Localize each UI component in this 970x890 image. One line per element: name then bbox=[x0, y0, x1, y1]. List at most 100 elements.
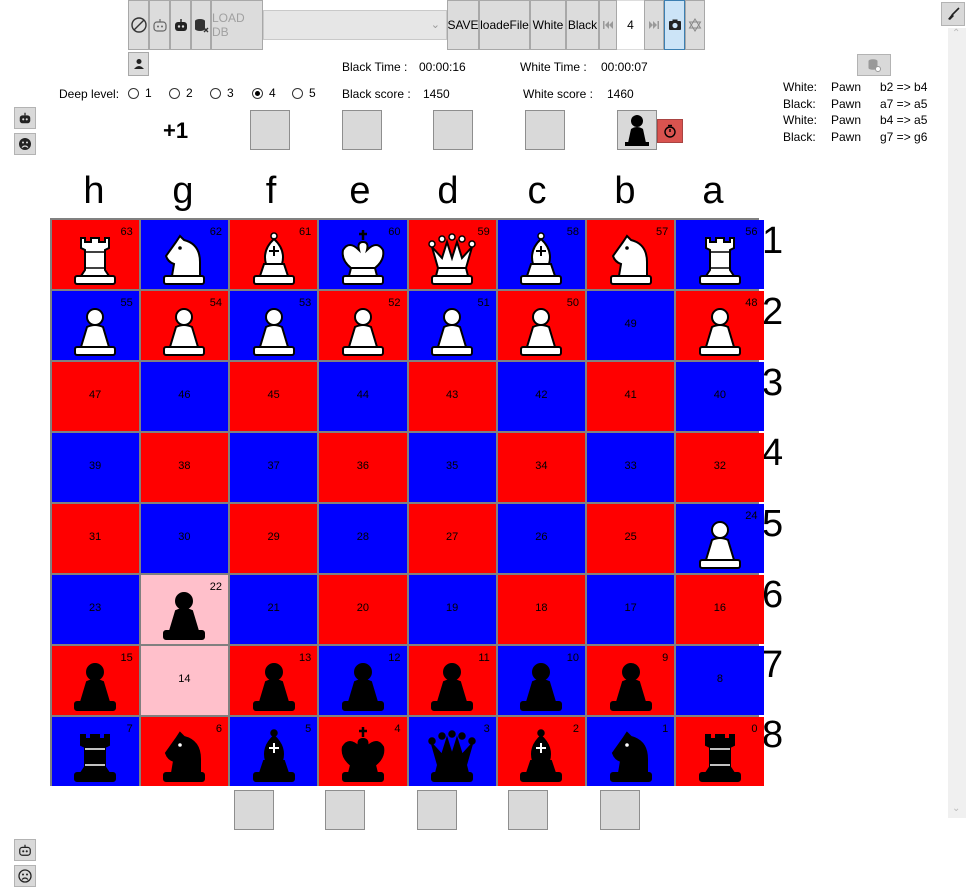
board-square-b8[interactable]: 1 bbox=[587, 716, 675, 786]
board-square-e2[interactable]: 52 bbox=[319, 290, 407, 360]
robot-button[interactable] bbox=[170, 0, 191, 50]
bottom-sad-button[interactable] bbox=[14, 865, 36, 887]
board-square-c8[interactable]: 2 bbox=[497, 716, 585, 786]
deep-level-radio-5[interactable]: 5 bbox=[292, 86, 316, 100]
black-button[interactable]: Black bbox=[566, 0, 599, 50]
board-square-c4[interactable]: 34 bbox=[497, 432, 585, 502]
board-square-g7[interactable]: 14 bbox=[140, 645, 228, 715]
board-square-a4[interactable]: 32 bbox=[676, 432, 764, 502]
board-square-g4[interactable]: 38 bbox=[140, 432, 228, 502]
scroll-up-arrow[interactable]: ⌃ bbox=[952, 28, 960, 39]
board-square-e4[interactable]: 36 bbox=[319, 432, 407, 502]
board-square-h1[interactable]: 63 bbox=[51, 219, 139, 289]
database-delete-button[interactable] bbox=[191, 0, 211, 50]
board-square-f1[interactable]: 61 bbox=[230, 219, 318, 289]
last-move-button[interactable] bbox=[644, 0, 664, 50]
board-square-d8[interactable]: 3 bbox=[408, 716, 496, 786]
board-square-b6[interactable]: 17 bbox=[587, 574, 675, 644]
top-robot-button[interactable] bbox=[14, 107, 36, 129]
board-square-g5[interactable]: 30 bbox=[140, 503, 228, 573]
board-square-h5[interactable]: 31 bbox=[51, 503, 139, 573]
top-sad-button[interactable] bbox=[14, 133, 36, 155]
board-square-f3[interactable]: 45 bbox=[230, 361, 318, 431]
rotate-board-button[interactable] bbox=[128, 0, 149, 50]
board-square-e5[interactable]: 28 bbox=[319, 503, 407, 573]
board-square-g3[interactable]: 46 bbox=[140, 361, 228, 431]
square-index: 10 bbox=[566, 651, 579, 664]
board-square-d7[interactable]: 11 bbox=[408, 645, 496, 715]
board-square-a3[interactable]: 40 bbox=[676, 361, 764, 431]
board-square-h7[interactable]: 15 bbox=[51, 645, 139, 715]
bottom-robot-button[interactable] bbox=[14, 839, 36, 861]
board-square-g1[interactable]: 62 bbox=[140, 219, 228, 289]
database-button[interactable] bbox=[857, 54, 891, 76]
board-square-e1[interactable]: 60 bbox=[319, 219, 407, 289]
square-index: 1 bbox=[662, 722, 669, 735]
deep-level-radio-4[interactable]: 4 bbox=[252, 86, 276, 100]
board-square-b5[interactable]: 25 bbox=[587, 503, 675, 573]
board-square-d6[interactable]: 19 bbox=[408, 574, 496, 644]
board-square-f6[interactable]: 21 bbox=[230, 574, 318, 644]
board-square-h3[interactable]: 47 bbox=[51, 361, 139, 431]
board-square-a5[interactable]: 24 bbox=[676, 503, 764, 573]
board-square-d5[interactable]: 27 bbox=[408, 503, 496, 573]
board-square-a6[interactable]: 16 bbox=[676, 574, 764, 644]
board-square-e8[interactable]: 4 bbox=[319, 716, 407, 786]
board-square-d1[interactable]: 59 bbox=[408, 219, 496, 289]
board-square-f4[interactable]: 37 bbox=[230, 432, 318, 502]
board-square-b7[interactable]: 9 bbox=[587, 645, 675, 715]
board-square-f8[interactable]: 5 bbox=[230, 716, 318, 786]
scroll-down-arrow[interactable]: ⌄ bbox=[952, 803, 960, 814]
vertical-scrollbar[interactable]: ⌃ ⌄ bbox=[948, 28, 966, 818]
star-button[interactable] bbox=[685, 0, 705, 50]
timer-button[interactable] bbox=[657, 119, 683, 143]
square-index: 17 bbox=[624, 602, 637, 614]
board-square-c5[interactable]: 26 bbox=[497, 503, 585, 573]
board-square-b2[interactable]: 49 bbox=[587, 290, 675, 360]
black-pawn-icon bbox=[609, 663, 652, 711]
board-square-h8[interactable]: 7 bbox=[51, 716, 139, 786]
board-square-e6[interactable]: 20 bbox=[319, 574, 407, 644]
board-square-g8[interactable]: 6 bbox=[140, 716, 228, 786]
board-square-a1[interactable]: 56 bbox=[676, 219, 764, 289]
broom-button[interactable] bbox=[941, 2, 965, 26]
board-square-b3[interactable]: 41 bbox=[587, 361, 675, 431]
board-square-d4[interactable]: 35 bbox=[408, 432, 496, 502]
board-square-b1[interactable]: 57 bbox=[587, 219, 675, 289]
robot-outline-button[interactable] bbox=[149, 0, 170, 50]
board-square-f7[interactable]: 13 bbox=[230, 645, 318, 715]
board-square-e7[interactable]: 12 bbox=[319, 645, 407, 715]
board-square-f2[interactable]: 53 bbox=[230, 290, 318, 360]
board-square-e3[interactable]: 44 bbox=[319, 361, 407, 431]
white-button[interactable]: White bbox=[530, 0, 566, 50]
load-db-button[interactable]: LOAD DB bbox=[211, 0, 263, 50]
board-square-c1[interactable]: 58 bbox=[497, 219, 585, 289]
board-square-f5[interactable]: 29 bbox=[230, 503, 318, 573]
board-square-d2[interactable]: 51 bbox=[408, 290, 496, 360]
board-square-h6[interactable]: 23 bbox=[51, 574, 139, 644]
load-file-button[interactable]: loadeFile bbox=[479, 0, 530, 50]
board-square-a8[interactable]: 0 bbox=[676, 716, 764, 786]
black-rook-icon bbox=[698, 734, 741, 782]
board-square-h4[interactable]: 39 bbox=[51, 432, 139, 502]
first-move-button[interactable] bbox=[599, 0, 617, 50]
deep-level-radio-1[interactable]: 1 bbox=[128, 86, 152, 100]
deep-level-radio-3[interactable]: 3 bbox=[210, 86, 234, 100]
board-square-c3[interactable]: 42 bbox=[497, 361, 585, 431]
camera-button[interactable] bbox=[664, 0, 685, 50]
board-square-b4[interactable]: 33 bbox=[587, 432, 675, 502]
board-square-c2[interactable]: 50 bbox=[497, 290, 585, 360]
database-select[interactable]: ⌄ bbox=[263, 10, 447, 40]
deep-level-radio-2[interactable]: 2 bbox=[169, 86, 193, 100]
board-square-g2[interactable]: 54 bbox=[140, 290, 228, 360]
board-square-c7[interactable]: 10 bbox=[497, 645, 585, 715]
board-square-d3[interactable]: 43 bbox=[408, 361, 496, 431]
board-square-c6[interactable]: 18 bbox=[497, 574, 585, 644]
person-button[interactable] bbox=[128, 52, 149, 76]
save-button[interactable]: SAVE bbox=[447, 0, 479, 50]
board-square-h2[interactable]: 55 bbox=[51, 290, 139, 360]
board-square-g6[interactable]: 22 bbox=[140, 574, 228, 644]
white-rook-icon bbox=[74, 237, 117, 285]
board-square-a7[interactable]: 8 bbox=[676, 645, 764, 715]
board-square-a2[interactable]: 48 bbox=[676, 290, 764, 360]
